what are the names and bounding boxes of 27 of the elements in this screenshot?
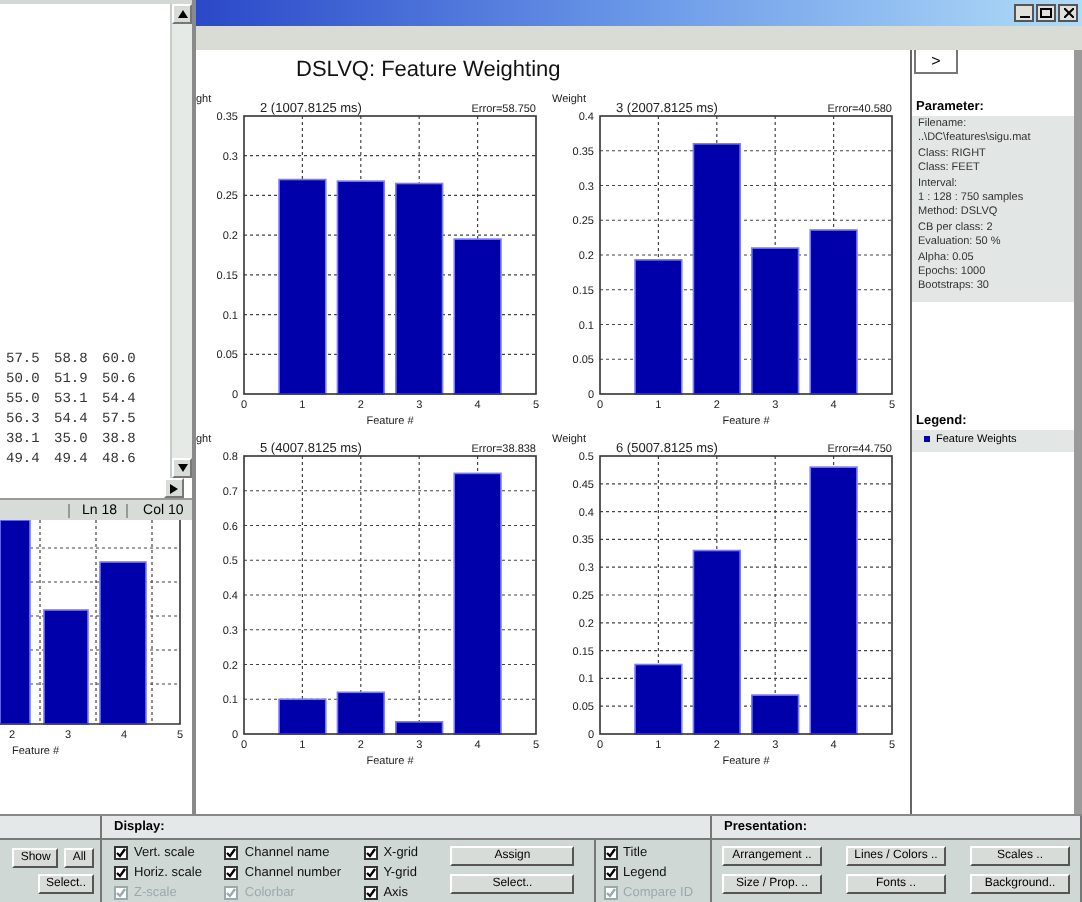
scroll-down-button[interactable] [172,458,192,478]
up-arrow-icon [177,10,187,18]
figure-title: DSLVQ: Feature Weighting [294,56,563,86]
down-arrow-icon [177,464,187,472]
checkbox[interactable] [224,845,239,859]
bar [336,691,385,735]
checkbox[interactable] [114,865,128,879]
bar [751,694,800,735]
minimize-button[interactable] [1014,4,1034,22]
bar [278,698,327,735]
checkbox[interactable] [603,845,618,859]
bar [634,259,683,395]
close-button[interactable] [1058,4,1078,22]
checkbox[interactable] [603,865,618,879]
checkbox[interactable] [363,845,378,859]
expand-button[interactable]: > [914,50,958,74]
maximize-icon [1040,8,1052,18]
maximize-button[interactable] [1036,4,1056,22]
bar [634,663,683,735]
right-arrow-icon [170,483,178,493]
scroll-up-button[interactable] [172,4,192,24]
checkbox[interactable] [363,885,378,899]
close-icon [1063,8,1073,18]
checkbox[interactable] [363,865,378,879]
scroll-right-button[interactable] [164,478,184,498]
checkbox[interactable] [114,845,128,859]
checkbox[interactable] [224,865,239,879]
